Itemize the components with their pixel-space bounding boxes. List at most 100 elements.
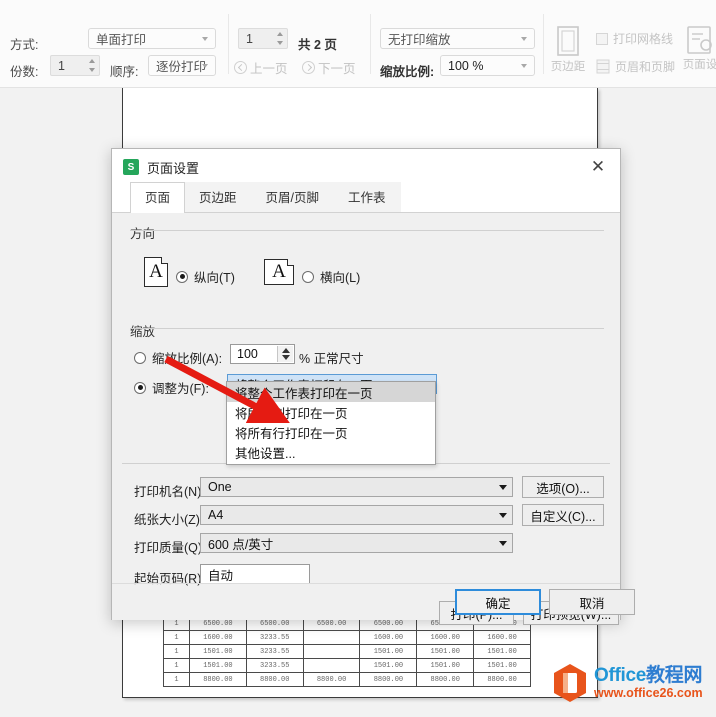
table-row: 1 8800.00 8800.00 8800.00 8800.00 8800.00 8800… [163, 672, 531, 687]
table-cell: 1600.00 [189, 630, 247, 645]
scale-percent-stepper[interactable] [277, 346, 293, 362]
scale-percent-input[interactable]: 100 [230, 344, 295, 364]
tab-label: 页眉/页脚 [265, 191, 320, 205]
radio-dot-icon [134, 381, 146, 394]
radio-fit-to[interactable]: 调整为(F): [134, 378, 209, 397]
scale-percent-suffix: % 正常尺寸 [299, 352, 364, 366]
next-page-label: 下一页 [318, 62, 356, 76]
print-order-combo[interactable]: 逐份打印 [148, 55, 216, 76]
paper-custom-button[interactable]: 自定义(C)... [522, 504, 604, 526]
zoom-label: 缩放比例: [380, 65, 435, 79]
tab-label: 工作表 [348, 191, 386, 205]
chevron-down-icon[interactable] [494, 534, 512, 552]
table-cell: 1501.00 [473, 644, 531, 659]
copies-stepper[interactable] [88, 58, 95, 73]
fit-to-dropdown-list[interactable]: 将整个工作表打印在一页 将所有列打印在一页 将所有行打印在一页其他设置... [226, 381, 436, 465]
page-number-stepper[interactable] [276, 31, 283, 46]
dropdown-option-label: 将所有列打印在一页 [235, 406, 348, 421]
screen: 16500.006500.006500.006500.006500.006500… [0, 0, 716, 717]
printer-options-button[interactable]: 选项(O)... [522, 476, 604, 498]
dropdown-option-1[interactable]: 将所有列打印在一页 [227, 402, 435, 422]
paper-custom-label: 自定义(C)... [530, 509, 596, 524]
table-row: 1 1501.00 3233.55 1501.00 1501.00 1501.00 [163, 658, 531, 673]
chevron-down-icon [202, 36, 208, 41]
radio-portrait[interactable]: 纵向(T) [176, 267, 235, 286]
print-scale-combo[interactable]: 无打印缩放 [380, 28, 535, 49]
radio-dot-icon [176, 270, 188, 283]
dropdown-option-3[interactable]: 其他设置... [227, 442, 435, 462]
ok-button[interactable]: 确定 [455, 589, 541, 615]
page-fold-icon [161, 257, 168, 264]
header-footer-checkbox[interactable]: 页眉和页脚 [596, 58, 675, 75]
print-quality-label: 打印质量(Q): [134, 541, 206, 555]
print-mode-combo[interactable]: 单面打印 [88, 28, 216, 49]
copies-input[interactable]: 1 [50, 55, 100, 76]
radio-fit-to-label: 调整为(F): [152, 382, 209, 396]
preview-data-table: 16500.006500.006500.006500.006500.006500… [163, 616, 531, 687]
radio-scale-percent[interactable]: 缩放比例(A): [134, 348, 222, 367]
print-gridlines-label: 打印网格线 [613, 32, 674, 46]
tab-2[interactable]: 页眉/页脚 [250, 182, 335, 212]
table-cell: 1 [163, 658, 190, 673]
table-cell [302, 630, 361, 645]
chevron-down-icon [202, 63, 208, 68]
tab-label: 页面 [145, 191, 171, 205]
table-cell: 1501.00 [189, 644, 247, 659]
start-page-value: 自动 [208, 568, 234, 583]
paper-size-combo[interactable]: A4 [200, 505, 513, 525]
dropdown-option-label: 将整个工作表打印在一页 [235, 386, 373, 401]
order-label: 顺序: [110, 65, 139, 79]
page-total-label: 共 2 页 [298, 38, 337, 52]
table-row: 1 1600.00 3233.55 1600.00 1600.00 1600.00 [163, 630, 531, 645]
cancel-button-label: 取消 [579, 596, 605, 611]
page-number-input[interactable]: 1 [238, 28, 288, 49]
zoom-combo[interactable]: 100 % [440, 55, 535, 76]
site-watermark: Office教程网 www.office26.com [552, 663, 703, 703]
printer-name-combo[interactable]: One [200, 477, 513, 497]
printer-name-value: One [208, 480, 232, 494]
next-page-button[interactable]: 下一页 [302, 58, 356, 77]
dialog-titlebar: S 页面设置 ✕ [112, 149, 620, 185]
table-cell: 1501.00 [189, 658, 247, 673]
cancel-button[interactable]: 取消 [549, 589, 635, 615]
start-page-label: 起始页码(R): [134, 572, 205, 586]
page-fold-icon [287, 259, 294, 266]
scaling-group-line [130, 328, 604, 329]
dropdown-option-0[interactable]: 将整个工作表打印在一页 [227, 382, 435, 402]
dialog-tabs: 页面 页边距 页眉/页脚 工作表 [112, 182, 620, 213]
close-icon[interactable]: ✕ [576, 149, 620, 185]
preview-table-body: 16500.006500.006500.006500.006500.006500… [163, 616, 531, 687]
table-cell: 1 [163, 672, 190, 687]
tab-1[interactable]: 页边距 [184, 182, 252, 212]
table-cell: 3233.55 [245, 630, 304, 645]
dialog-title: 页面设置 [147, 160, 200, 176]
page-setup-toolbar-button[interactable]: 页面设 [680, 26, 716, 72]
paper-size-value: A4 [208, 508, 224, 522]
start-page-input[interactable]: 自动 [200, 564, 310, 584]
table-cell: 1501.00 [416, 644, 475, 659]
print-scale-value: 无打印缩放 [388, 33, 451, 47]
table-cell: 8800.00 [245, 672, 304, 687]
zoom-value: 100 % [448, 58, 484, 73]
tab-label: 页边距 [199, 191, 237, 205]
radio-portrait-label: 纵向(T) [194, 271, 235, 285]
table-cell: 1600.00 [473, 630, 531, 645]
tab-3[interactable]: 工作表 [333, 182, 401, 212]
radio-landscape-label: 横向(L) [320, 271, 361, 285]
radio-landscape[interactable]: 横向(L) [302, 267, 360, 286]
chevron-down-icon[interactable] [494, 506, 512, 524]
margins-button[interactable]: 页边距 [547, 26, 589, 74]
tab-0[interactable]: 页面 [130, 182, 186, 213]
dropdown-option-2[interactable]: 将所有行打印在一页 [227, 422, 435, 442]
portrait-icon: A [144, 257, 168, 287]
mode-label: 方式: [10, 38, 39, 52]
dropdown-option-label: 其他设置... [235, 446, 296, 461]
table-cell: 8800.00 [302, 672, 361, 687]
scaling-group-title: 缩放 [130, 321, 161, 340]
print-gridlines-checkbox[interactable]: 打印网格线 [596, 30, 673, 47]
prev-page-button[interactable]: 上一页 [234, 58, 288, 77]
app-logo-icon: S [123, 159, 139, 175]
print-quality-combo[interactable]: 600 点/英寸 [200, 533, 513, 553]
chevron-down-icon[interactable] [494, 478, 512, 496]
print-toolbar: 方式: 单面打印 份数: 1 顺序: 逐份打印 1 共 2 页 上一页 下一页 [0, 0, 716, 88]
